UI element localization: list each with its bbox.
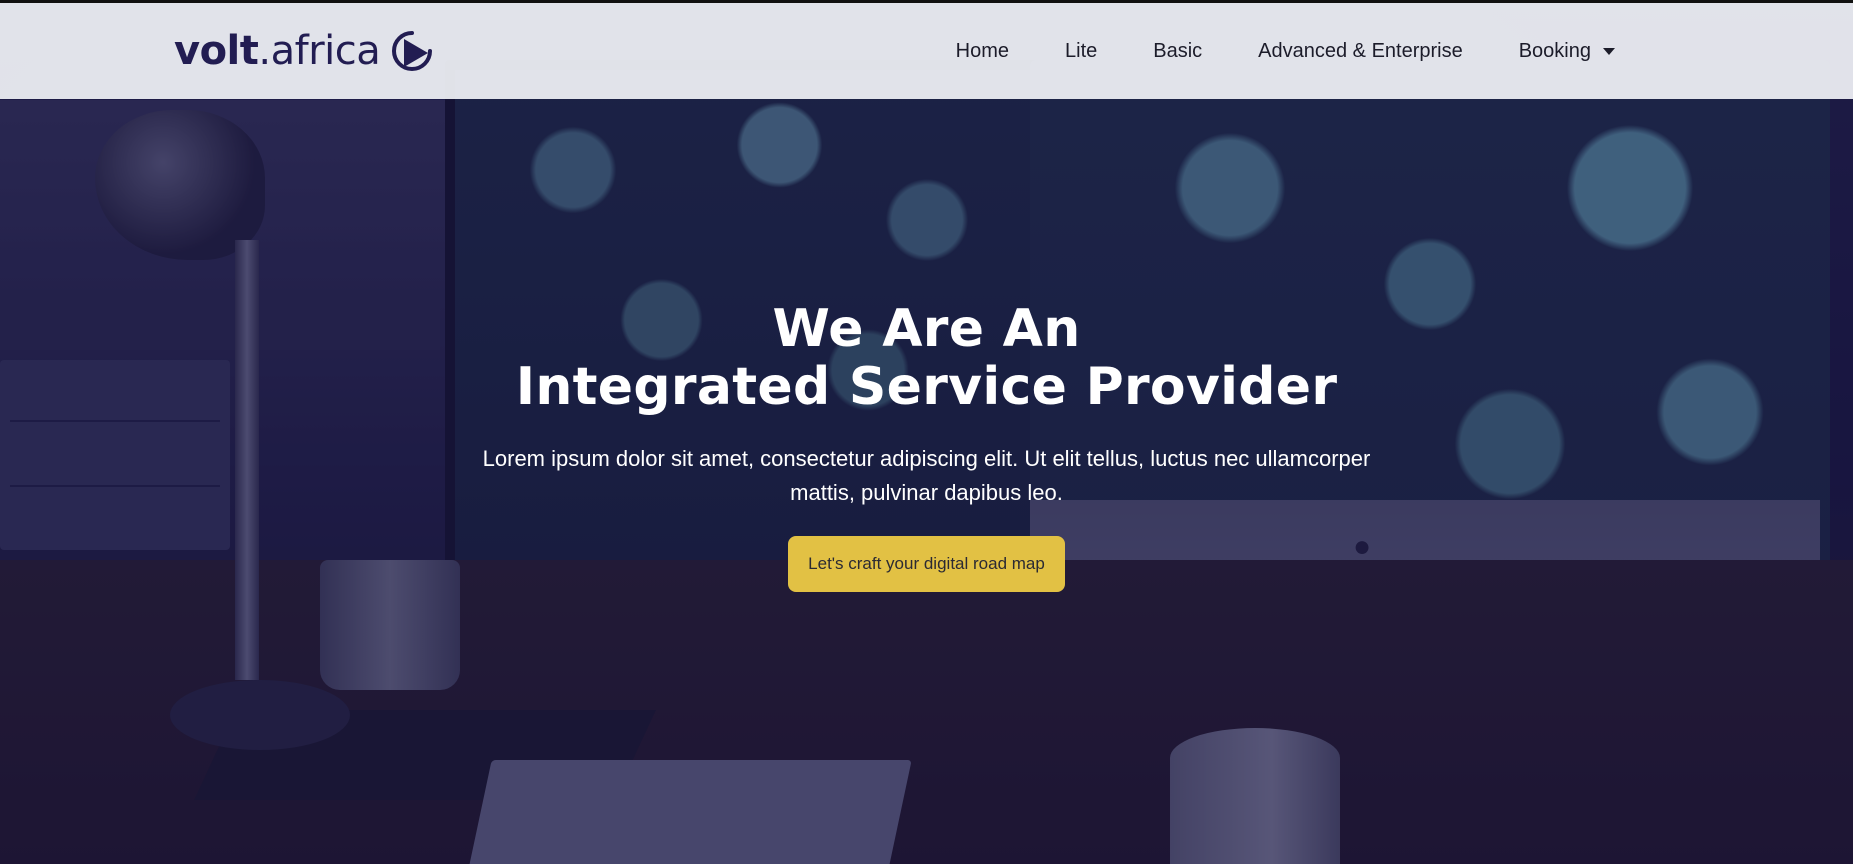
nav-item-booking-label: Booking xyxy=(1518,39,1591,62)
hero-title: We Are An Integrated Service Provider xyxy=(0,300,1853,416)
logo-text: volt.africa xyxy=(174,28,381,74)
cta-button[interactable]: Let's craft your digital road map xyxy=(788,536,1065,592)
landing-page: ● volt.africa Home Lite Basic Advanced &… xyxy=(0,0,1853,864)
hero-section: We Are An Integrated Service Provider Lo… xyxy=(0,300,1853,592)
nav-item-advanced-enterprise[interactable]: Advanced & Enterprise xyxy=(1230,40,1491,63)
site-logo[interactable]: volt.africa xyxy=(174,29,434,73)
play-logo-icon xyxy=(392,31,433,71)
main-nav: Home Lite Basic Advanced & Enterprise Bo… xyxy=(928,3,1643,99)
nav-item-home[interactable]: Home xyxy=(928,40,1037,63)
hero-title-line1: We Are An xyxy=(772,299,1081,359)
nav-item-lite[interactable]: Lite xyxy=(1037,40,1125,63)
nav-item-basic[interactable]: Basic xyxy=(1125,40,1230,63)
site-header: volt.africa Home Lite Basic Advanced & E… xyxy=(0,0,1853,99)
nav-item-booking[interactable]: Booking xyxy=(1491,40,1643,63)
hero-title-line2: Integrated Service Provider xyxy=(515,357,1338,417)
hero-subtitle: Lorem ipsum dolor sit amet, consectetur … xyxy=(482,446,1371,505)
caret-down-icon[interactable] xyxy=(1603,47,1615,55)
logo-name-bold: volt xyxy=(174,28,259,74)
logo-name-light: .africa xyxy=(258,28,381,74)
